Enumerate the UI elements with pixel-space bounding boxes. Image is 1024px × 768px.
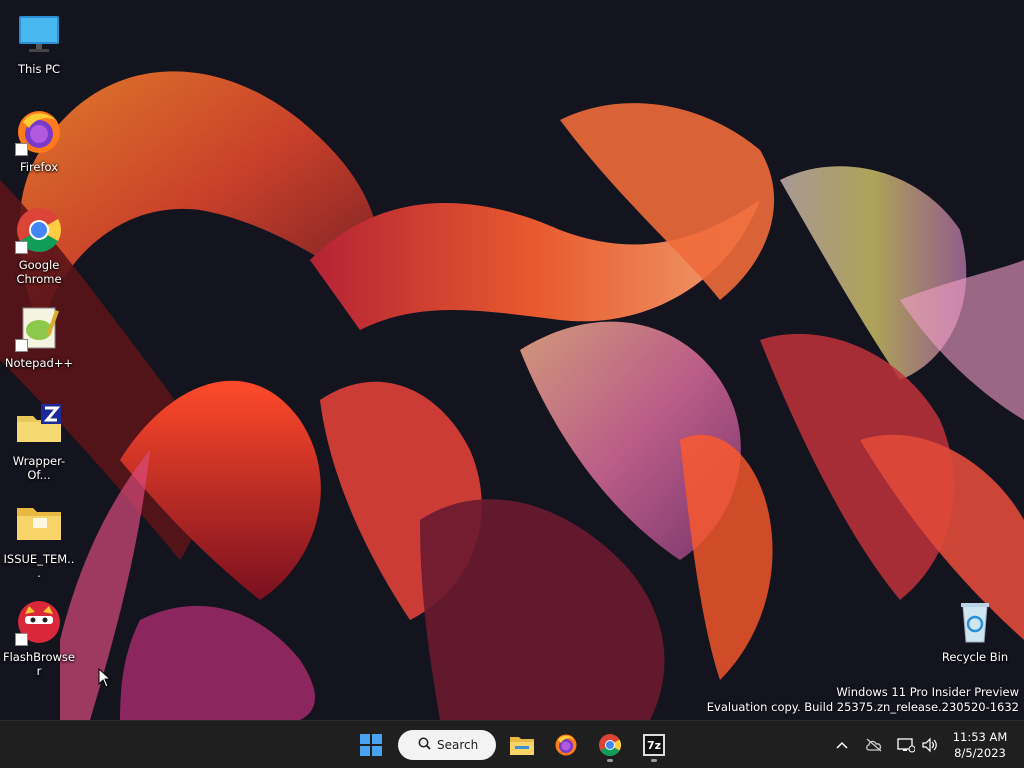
taskbar-7zip[interactable]: 7z [636,727,672,763]
start-icon [360,734,382,756]
7zip-icon: 7z [643,734,665,756]
shortcut-arrow-icon [15,143,28,156]
desktop-icon-firefox[interactable]: Firefox [2,106,76,192]
zip-folder-icon [15,402,63,450]
running-indicator [651,759,657,762]
desktop-icon-label: Google Chrome [16,258,62,286]
clock-time: 11:53 AM [952,730,1008,744]
search-label: Search [437,738,479,752]
chrome-icon [15,206,63,254]
desktop-icon-wrapper-of[interactable]: Wrapper-Of... [2,400,76,486]
desktop-icon-google-chrome[interactable]: Google Chrome [2,204,76,290]
network-tray-button[interactable] [896,735,916,755]
desktop-icon-label: Firefox [19,160,59,174]
firefox-icon [555,734,577,756]
file-explorer-icon [510,737,534,755]
desktop-icon-label: ISSUE_TEM... [3,552,75,580]
shortcut-arrow-icon [15,633,28,646]
taskbar-chrome[interactable] [592,727,628,763]
desktop-icon-label: Notepad++ [4,356,74,370]
firefox-icon [15,108,63,156]
taskbar: Search 7z 11:53 AM 8/5/2023 [0,720,1024,768]
speaker-icon [922,737,937,753]
chrome-icon [599,734,621,756]
desktop-icon-label: This PC [17,62,61,76]
desktop-icon-notepad-plus-plus[interactable]: Notepad++ [2,302,76,388]
taskbar-search-box[interactable]: Search [398,730,496,760]
mouse-cursor-icon [98,668,112,688]
show-hidden-icons-button[interactable] [832,735,852,755]
network-icon [897,738,915,753]
chevron-up-icon [836,741,848,749]
shortcut-arrow-icon [15,241,28,254]
onedrive-tray-button[interactable] [864,735,884,755]
notepad-plus-plus-icon [15,304,63,352]
watermark-edition: Windows 11 Pro Insider Preview [836,685,1019,699]
start-button[interactable] [353,727,389,763]
clock-date: 8/5/2023 [954,746,1006,760]
cloud-offline-icon [866,738,882,752]
recycle-bin-icon [951,598,999,646]
desktop-icon-this-pc[interactable]: This PC [2,8,76,94]
taskbar-clock[interactable]: 11:53 AM 8/5/2023 [950,729,1010,761]
desktop-icon-label: Recycle Bin [941,650,1009,664]
desktop-icon-recycle-bin[interactable]: Recycle Bin [938,596,1012,682]
desktop-icon-label: Wrapper-Of... [12,454,66,482]
folder-icon [15,500,63,548]
windows-watermark: Windows 11 Pro Insider Preview Evaluatio… [707,685,1019,715]
shortcut-arrow-icon [15,339,28,352]
monitor-icon [15,10,63,58]
taskbar-file-explorer[interactable] [504,727,540,763]
volume-tray-button[interactable] [920,735,940,755]
search-icon [418,737,431,753]
desktop-wallpaper [0,0,1024,720]
running-indicator [607,759,613,762]
desktop-icon-issue-template[interactable]: ISSUE_TEM... [2,498,76,584]
desktop-icon-label: FlashBrowser [2,650,75,678]
desktop-icon-flashbrowser[interactable]: FlashBrowser [2,596,76,682]
flashbrowser-icon [15,598,63,646]
watermark-build: Evaluation copy. Build 25375.zn_release.… [706,700,1019,714]
taskbar-firefox[interactable] [548,727,584,763]
